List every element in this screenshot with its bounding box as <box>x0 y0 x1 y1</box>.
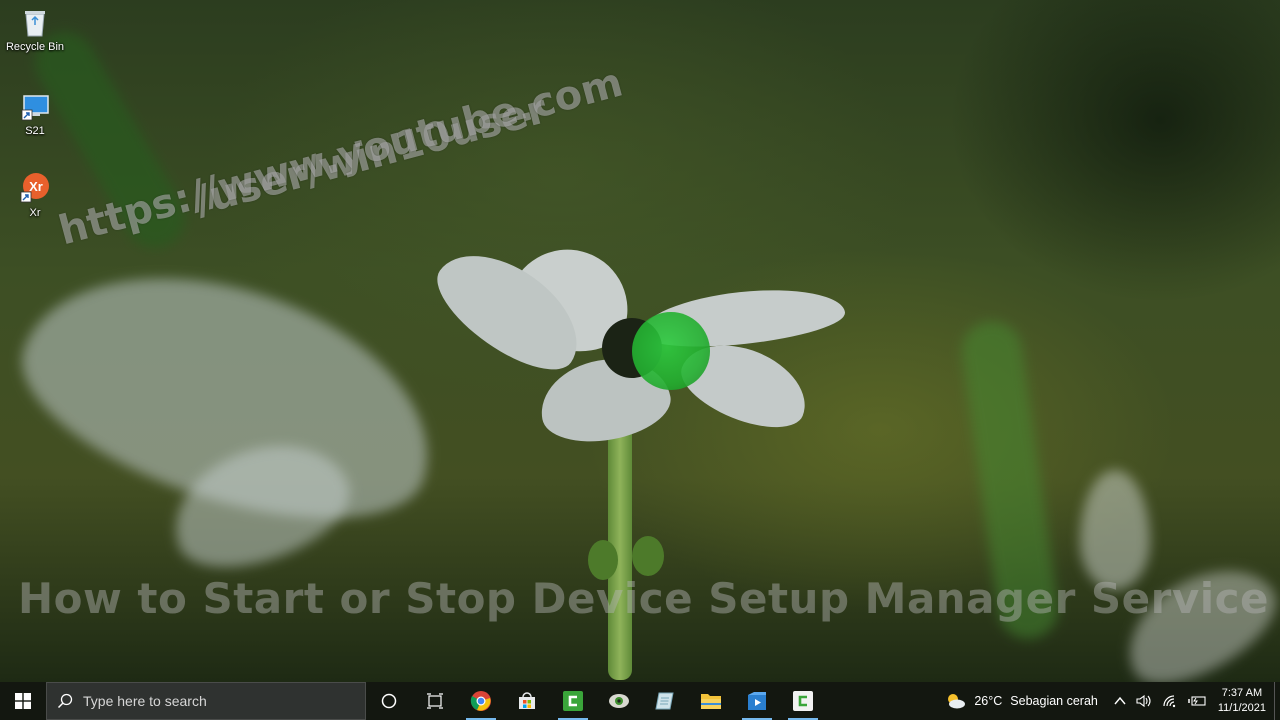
xr-app-icon: Xr <box>20 173 49 203</box>
cortana-circle-icon <box>381 693 397 709</box>
wallpaper-petal <box>1080 470 1150 590</box>
weather-temperature: 26°C <box>974 694 1003 708</box>
network-icon[interactable] <box>1162 694 1178 708</box>
taskbar-app-store[interactable] <box>504 682 550 720</box>
flower-bud <box>632 536 664 576</box>
search-icon <box>57 693 73 709</box>
search-box[interactable] <box>46 682 366 720</box>
cursor-highlight <box>632 312 710 390</box>
cortana-button[interactable] <box>366 682 412 720</box>
partly-sunny-icon <box>948 694 966 709</box>
microsoft-store-icon <box>519 692 535 709</box>
system-tray <box>1110 682 1210 720</box>
desktop-icon-label: Xr <box>29 207 41 219</box>
desktop-background[interactable]: Recycle Bin S21 Xr Xr /user/win10user ht… <box>0 0 1280 682</box>
desktop-icon-label: Recycle Bin <box>5 41 65 53</box>
taskbar-app-notepad[interactable] <box>642 682 688 720</box>
desktop-icon-s21[interactable]: S21 <box>0 92 70 137</box>
clock-time: 7:37 AM <box>1221 687 1263 699</box>
task-view-icon <box>427 693 443 709</box>
camtasia-icon <box>563 691 583 711</box>
task-view-button[interactable] <box>412 682 458 720</box>
clock[interactable]: 7:37 AM 11/1/2021 <box>1210 686 1274 716</box>
show-desktop-button[interactable] <box>1274 682 1280 720</box>
search-input[interactable] <box>83 693 343 709</box>
taskbar-app-file-explorer[interactable] <box>688 682 734 720</box>
video-title-overlay: How to Start or Stop Device Setup Manage… <box>18 574 1270 623</box>
taskbar-app-audio[interactable] <box>596 682 642 720</box>
weather-condition: Sebagian cerah <box>1010 694 1098 708</box>
camtasia-recorder-icon <box>793 691 813 711</box>
computer-shortcut-icon <box>21 95 49 121</box>
taskbar-app-media[interactable] <box>734 682 780 720</box>
weather-widget[interactable]: 26°C Sebagian cerah <box>944 682 1110 720</box>
desktop-icon-label: S21 <box>25 125 45 137</box>
desktop-icon-recycle-bin[interactable]: Recycle Bin <box>0 6 70 53</box>
chevron-up-icon[interactable] <box>1114 696 1126 706</box>
start-button[interactable] <box>0 682 46 720</box>
audio-app-icon <box>609 694 629 708</box>
taskbar: 26°C Sebagian cerah 7:37 AM 11/1/2021 <box>0 682 1280 720</box>
file-explorer-icon <box>701 694 721 709</box>
clock-date: 11/1/2021 <box>1217 702 1266 714</box>
taskbar-app-camtasia-recorder[interactable] <box>780 682 826 720</box>
notepad-icon <box>655 692 674 710</box>
windows-logo-icon <box>15 693 31 709</box>
battery-icon[interactable] <box>1188 695 1206 707</box>
chrome-icon <box>470 691 491 711</box>
recycle-bin-icon <box>25 11 45 37</box>
media-app-icon <box>748 692 766 710</box>
taskbar-app-camtasia[interactable] <box>550 682 596 720</box>
speaker-icon[interactable] <box>1136 694 1152 708</box>
taskbar-app-chrome[interactable] <box>458 682 504 720</box>
